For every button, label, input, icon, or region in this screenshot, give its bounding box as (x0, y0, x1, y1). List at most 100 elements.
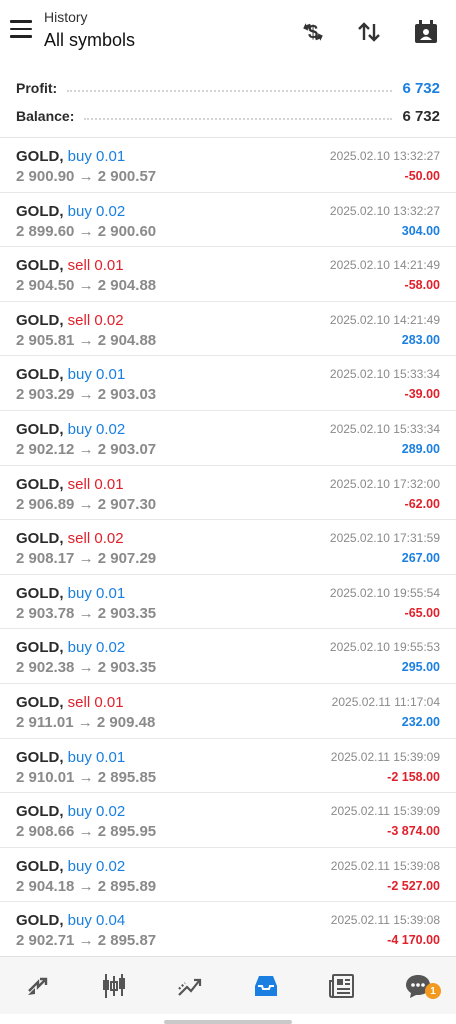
deal-side: sell (67, 311, 91, 329)
deal-symbol: GOLD, (16, 693, 64, 711)
deal-prices: 2 906.89 → 2 907.30 (16, 495, 440, 514)
deal-profit: -3 874.00 (387, 824, 440, 839)
nav-chat[interactable]: 1 (380, 957, 456, 1014)
deal-time: 2025.02.10 13:32:27 (329, 149, 440, 163)
deal-time: 2025.02.10 13:32:27 (329, 203, 440, 218)
arrow-right-icon: → (78, 168, 94, 185)
deal-prices: 2 899.60 → 2 900.60 (16, 222, 440, 241)
deal-row[interactable]: GOLD, sell 0.02 2 908.17 → 2 907.29 2025.0… (0, 520, 456, 575)
deal-symbol: GOLD, (16, 639, 64, 657)
deal-row[interactable]: GOLD, buy 0.02 2 899.60 → 2 900.60 2025.02… (0, 193, 456, 248)
deal-open-price: 2 900.90 (16, 168, 75, 185)
deal-prices: 2 903.78 → 2 903.35 (16, 604, 440, 623)
arrow-right-icon: → (78, 386, 94, 404)
deal-row[interactable]: GOLD, buy 0.01 2 903.78 → 2 903.35 2025.02… (0, 575, 456, 630)
deal-close-price: 2 895.89 (97, 877, 157, 895)
deal-open-price: 2 903.78 (16, 604, 75, 622)
deal-prices: 2 910.01 → 2 895.85 (16, 768, 440, 787)
deal-row[interactable]: GOLD, buy 0.02 2 908.66 → 2 895.95 2025.02… (0, 793, 456, 848)
sort-icon[interactable] (353, 16, 385, 48)
nav-chart[interactable] (76, 957, 152, 1014)
profit-row: Profit: 6 732 (16, 74, 440, 102)
deal-profit: 283.00 (401, 332, 440, 347)
deal-row[interactable]: GOLD, sell 0.01 2 911.01 → 2 909.48 2025.0… (0, 684, 456, 739)
deal-open-price: 2 904.18 (16, 877, 75, 895)
arrow-right-icon: → (77, 713, 93, 731)
deal-volume: 0.01 (96, 366, 126, 384)
deal-profit: -50.00 (404, 169, 440, 183)
deal-prices: 2 902.71 → 2 895.87 (16, 931, 440, 950)
deal-symbol: GOLD, (16, 475, 64, 493)
header-subtitle: History (44, 9, 88, 25)
arrow-right-icon: → (78, 222, 94, 240)
balance-value: 6 732 (402, 107, 440, 125)
nav-quotes[interactable] (0, 957, 76, 1014)
deal-profit: -58.00 (404, 278, 440, 293)
deal-volume: 0.02 (96, 803, 126, 821)
arrow-right-icon: → (78, 768, 94, 786)
deal-profit: 304.00 (401, 223, 440, 238)
deal-profit: -65.00 (404, 605, 440, 620)
deal-volume: 0.01 (94, 475, 124, 493)
arrow-right-icon: → (78, 932, 94, 950)
deal-volume: 0.02 (96, 202, 126, 220)
deal-volume: 0.01 (94, 693, 124, 711)
deal-profit: -62.00 (404, 496, 440, 511)
deal-row[interactable]: GOLD, sell 0.01 2 904.50 → 2 904.88 2025.0… (0, 247, 456, 302)
deal-side: buy (67, 420, 92, 438)
app-header: History All symbols $ (0, 0, 456, 64)
nav-trade[interactable] (152, 957, 228, 1014)
deal-row[interactable]: GOLD, buy 0.01 2 910.01 → 2 895.85 2025.02… (0, 739, 456, 794)
header-titles: History All symbols (44, 9, 135, 52)
deal-symbol: GOLD, (16, 748, 64, 766)
deal-side: buy (67, 148, 92, 165)
deal-volume: 0.02 (94, 530, 124, 548)
deal-time: 2025.02.10 15:33:34 (329, 421, 440, 436)
arrow-right-icon: → (78, 823, 94, 841)
deal-open-price: 2 899.60 (16, 222, 75, 240)
deal-side: buy (67, 748, 92, 766)
arrow-right-icon: → (78, 277, 94, 295)
arrow-right-icon: → (78, 331, 94, 349)
deal-close-price: 2 895.85 (97, 768, 157, 786)
arrow-right-icon: → (78, 550, 94, 568)
deal-prices: 2 908.66 → 2 895.95 (16, 822, 440, 841)
deal-time: 2025.02.10 17:32:00 (329, 476, 440, 491)
currency-exchange-icon[interactable]: $ (297, 16, 329, 48)
deal-profit: 289.00 (401, 441, 440, 456)
deal-row[interactable]: GOLD, sell 0.01 2 906.89 → 2 907.30 2025.0… (0, 466, 456, 521)
deal-symbol: GOLD, (16, 912, 64, 930)
deal-row[interactable]: GOLD, buy 0.04 2 902.71 → 2 895.87 2025.02… (0, 902, 456, 957)
deal-side: buy (67, 803, 92, 821)
deal-row[interactable]: GOLD, buy 0.01 2 900.90 → 2 900.57 2025.02… (0, 138, 456, 193)
deal-time: 2025.02.11 15:39:08 (330, 858, 440, 873)
deal-profit: -39.00 (404, 387, 440, 402)
deal-row[interactable]: GOLD, buy 0.01 2 903.29 → 2 903.03 2025.02… (0, 356, 456, 411)
deal-volume: 0.01 (96, 748, 126, 766)
deal-profit: 267.00 (401, 551, 440, 566)
deal-row[interactable]: GOLD, buy 0.02 2 904.18 → 2 895.89 2025.02… (0, 848, 456, 903)
deal-close-price: 2 900.60 (97, 222, 157, 240)
deal-time: 2025.02.11 11:17:04 (331, 694, 440, 709)
deal-symbol: GOLD, (16, 530, 64, 548)
deal-profit: 295.00 (401, 660, 440, 675)
deal-side: sell (67, 693, 91, 711)
nav-history[interactable] (228, 957, 304, 1014)
deal-volume: 0.02 (96, 420, 126, 438)
deal-close-price: 2 904.88 (97, 331, 157, 349)
calendar-icon[interactable] (410, 16, 442, 48)
deal-symbol: GOLD, (16, 148, 64, 165)
menu-icon[interactable] (10, 20, 34, 40)
deal-row[interactable]: GOLD, sell 0.02 2 905.81 → 2 904.88 2025.0… (0, 302, 456, 357)
deal-open-price: 2 908.66 (16, 823, 75, 841)
arrow-right-icon: → (78, 604, 94, 622)
deal-prices: 2 900.90 → 2 900.57 (16, 167, 440, 186)
deal-row[interactable]: GOLD, buy 0.02 2 902.38 → 2 903.35 2025.02… (0, 629, 456, 684)
profit-value: 6 732 (402, 79, 440, 97)
deal-prices: 2 908.17 → 2 907.29 (16, 549, 440, 568)
header-title[interactable]: All symbols (44, 28, 135, 52)
home-indicator[interactable] (164, 1020, 292, 1024)
nav-news[interactable] (304, 957, 380, 1014)
deal-row[interactable]: GOLD, buy 0.02 2 902.12 → 2 903.07 2025.02… (0, 411, 456, 466)
deal-open-price: 2 904.50 (16, 277, 75, 295)
